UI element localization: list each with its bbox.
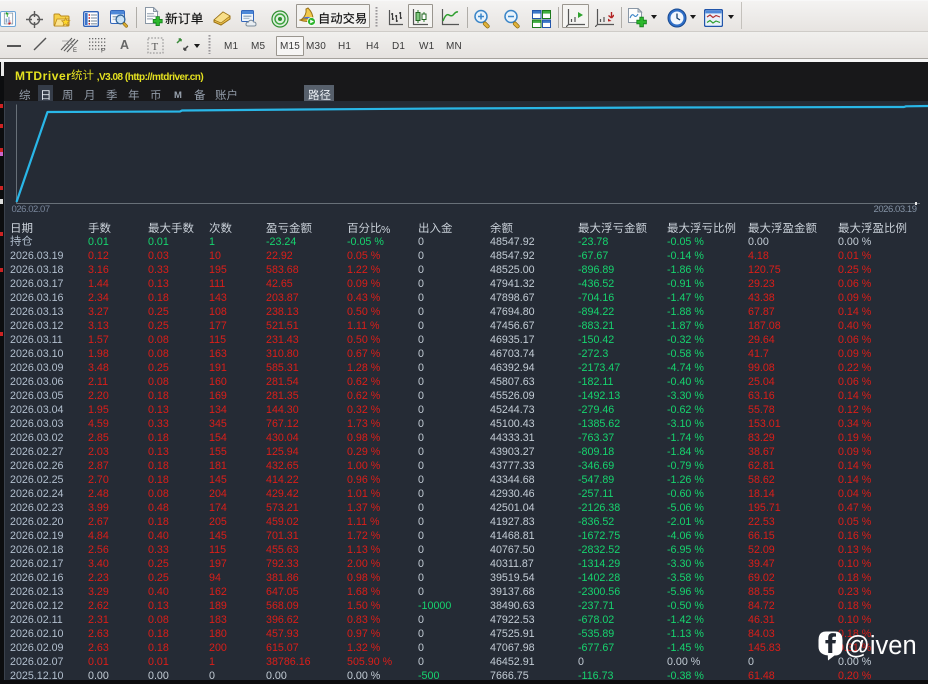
svg-text:T: T [152, 41, 159, 53]
svg-text:F: F [101, 48, 105, 54]
svg-text:E: E [73, 48, 77, 53]
svg-text:@iven: @iven [844, 632, 917, 660]
